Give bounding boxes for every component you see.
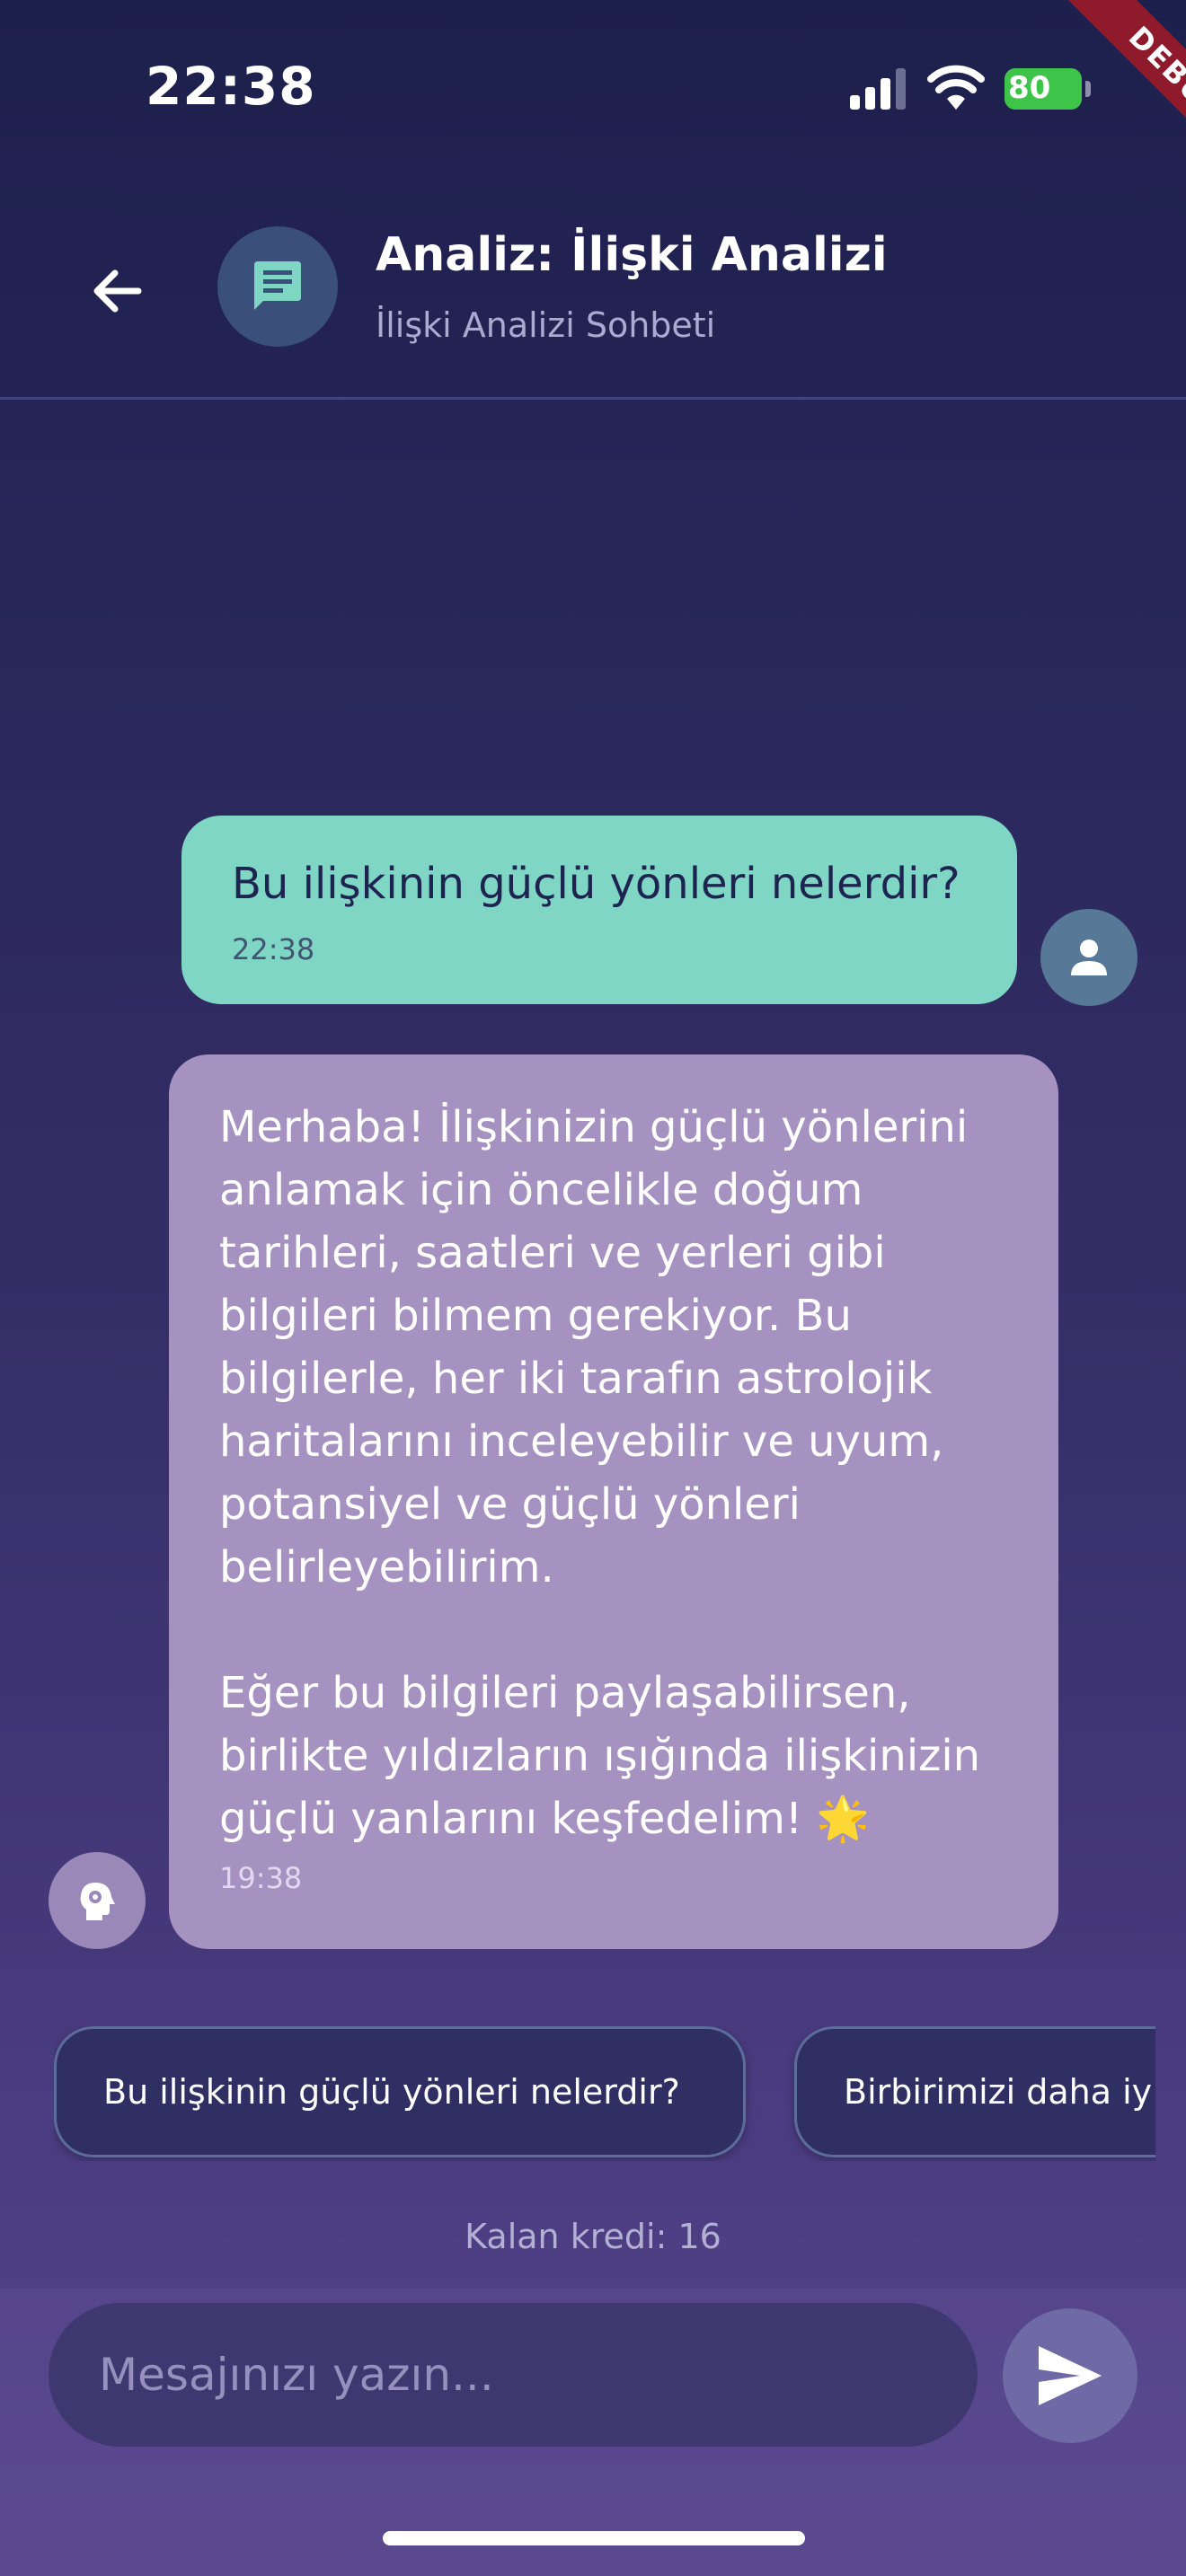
home-indicator [383,2531,805,2545]
signal-icon [850,68,906,110]
suggestion-chip[interactable]: Birbirimizi daha iy [794,2026,1155,2157]
message-input[interactable] [49,2303,978,2447]
send-button[interactable] [1003,2308,1137,2443]
chat-bubble-icon [254,261,301,310]
message-time: 19:38 [219,1861,303,1895]
page-title: Analiz: İlişki Analizi [376,228,888,282]
user-message-bubble: Bu ilişkinin güçlü yönleri nelerdir? 22:… [181,816,1017,1004]
debug-label: DEBUG [1064,0,1186,180]
message-text: Bu ilişkinin güçlü yönleri nelerdir? [232,859,960,909]
person-icon [1071,940,1107,975]
chat-avatar [217,226,338,347]
wifi-icon [927,65,985,110]
suggestion-chips: Bu ilişkinin güçlü yönleri nelerdir? Bir… [54,2026,1155,2161]
message-text: Merhaba! İlişkinizin güçlü yönlerini anl… [219,1102,981,1844]
debug-banner: DEBUG [1006,0,1186,180]
send-icon [1039,2346,1102,2405]
user-avatar [1040,909,1137,1006]
message-time: 22:38 [232,932,315,966]
status-time: 22:38 [146,56,316,117]
page-subtitle: İlişki Analizi Sohbeti [376,305,716,345]
app-header: Analiz: İlişki Analizi İlişki Analizi So… [0,180,1186,400]
assistant-message-bubble: Merhaba! İlişkinizin güçlü yönlerini anl… [169,1054,1058,1949]
suggestion-chip[interactable]: Bu ilişkinin güçlü yönleri nelerdir? [54,2026,746,2157]
remaining-credits: Kalan kredi: 16 [465,2217,721,2256]
psychology-head-icon [80,1883,115,1920]
status-bar: 22:38 80 DEBUG [0,0,1186,180]
assistant-avatar [49,1852,146,1949]
back-arrow-icon[interactable] [83,255,155,327]
